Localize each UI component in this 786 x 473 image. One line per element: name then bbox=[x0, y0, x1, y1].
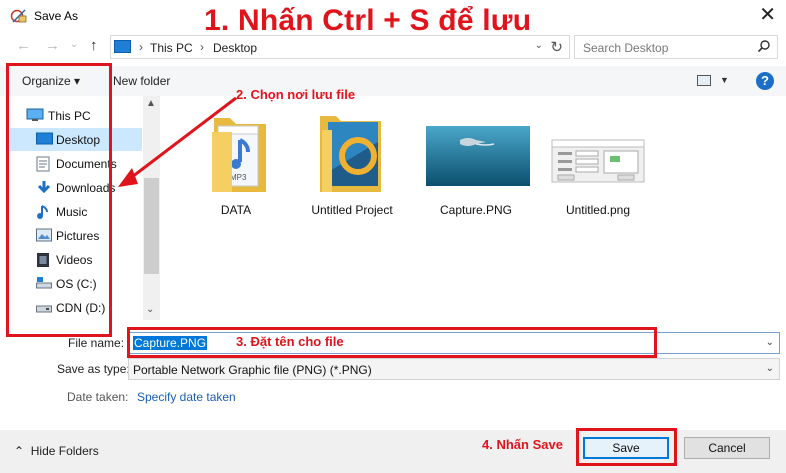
save-as-type-label: Save as type: bbox=[57, 362, 130, 376]
save-as-type-select[interactable]: Portable Network Graphic file (PNG) (*.P… bbox=[128, 358, 780, 380]
file-name-label: File name: bbox=[68, 336, 125, 350]
save-as-type-value: Portable Network Graphic file (PNG) (*.P… bbox=[133, 363, 372, 377]
chevron-down-icon[interactable]: ⌄ bbox=[766, 363, 774, 374]
cancel-button[interactable]: Cancel bbox=[684, 437, 770, 459]
chevron-up-icon: ⌃ bbox=[14, 444, 25, 458]
annotation-step-2: 2. Chọn nơi lưu file bbox=[236, 87, 356, 102]
hide-folders-label: Hide Folders bbox=[30, 444, 99, 458]
chevron-down-icon[interactable]: ⌄ bbox=[766, 337, 774, 348]
annotation-step-3: 3. Đặt tên cho file bbox=[236, 334, 344, 349]
hide-folders-button[interactable]: ⌃ Hide Folders bbox=[14, 444, 99, 458]
date-taken-label: Date taken: bbox=[67, 390, 129, 404]
specify-date-taken-link[interactable]: Specify date taken bbox=[137, 390, 236, 404]
annotation-step-4: 4. Nhấn Save bbox=[482, 437, 563, 452]
annotation-save-highlight bbox=[576, 428, 677, 466]
annotation-filename-highlight bbox=[127, 327, 657, 358]
